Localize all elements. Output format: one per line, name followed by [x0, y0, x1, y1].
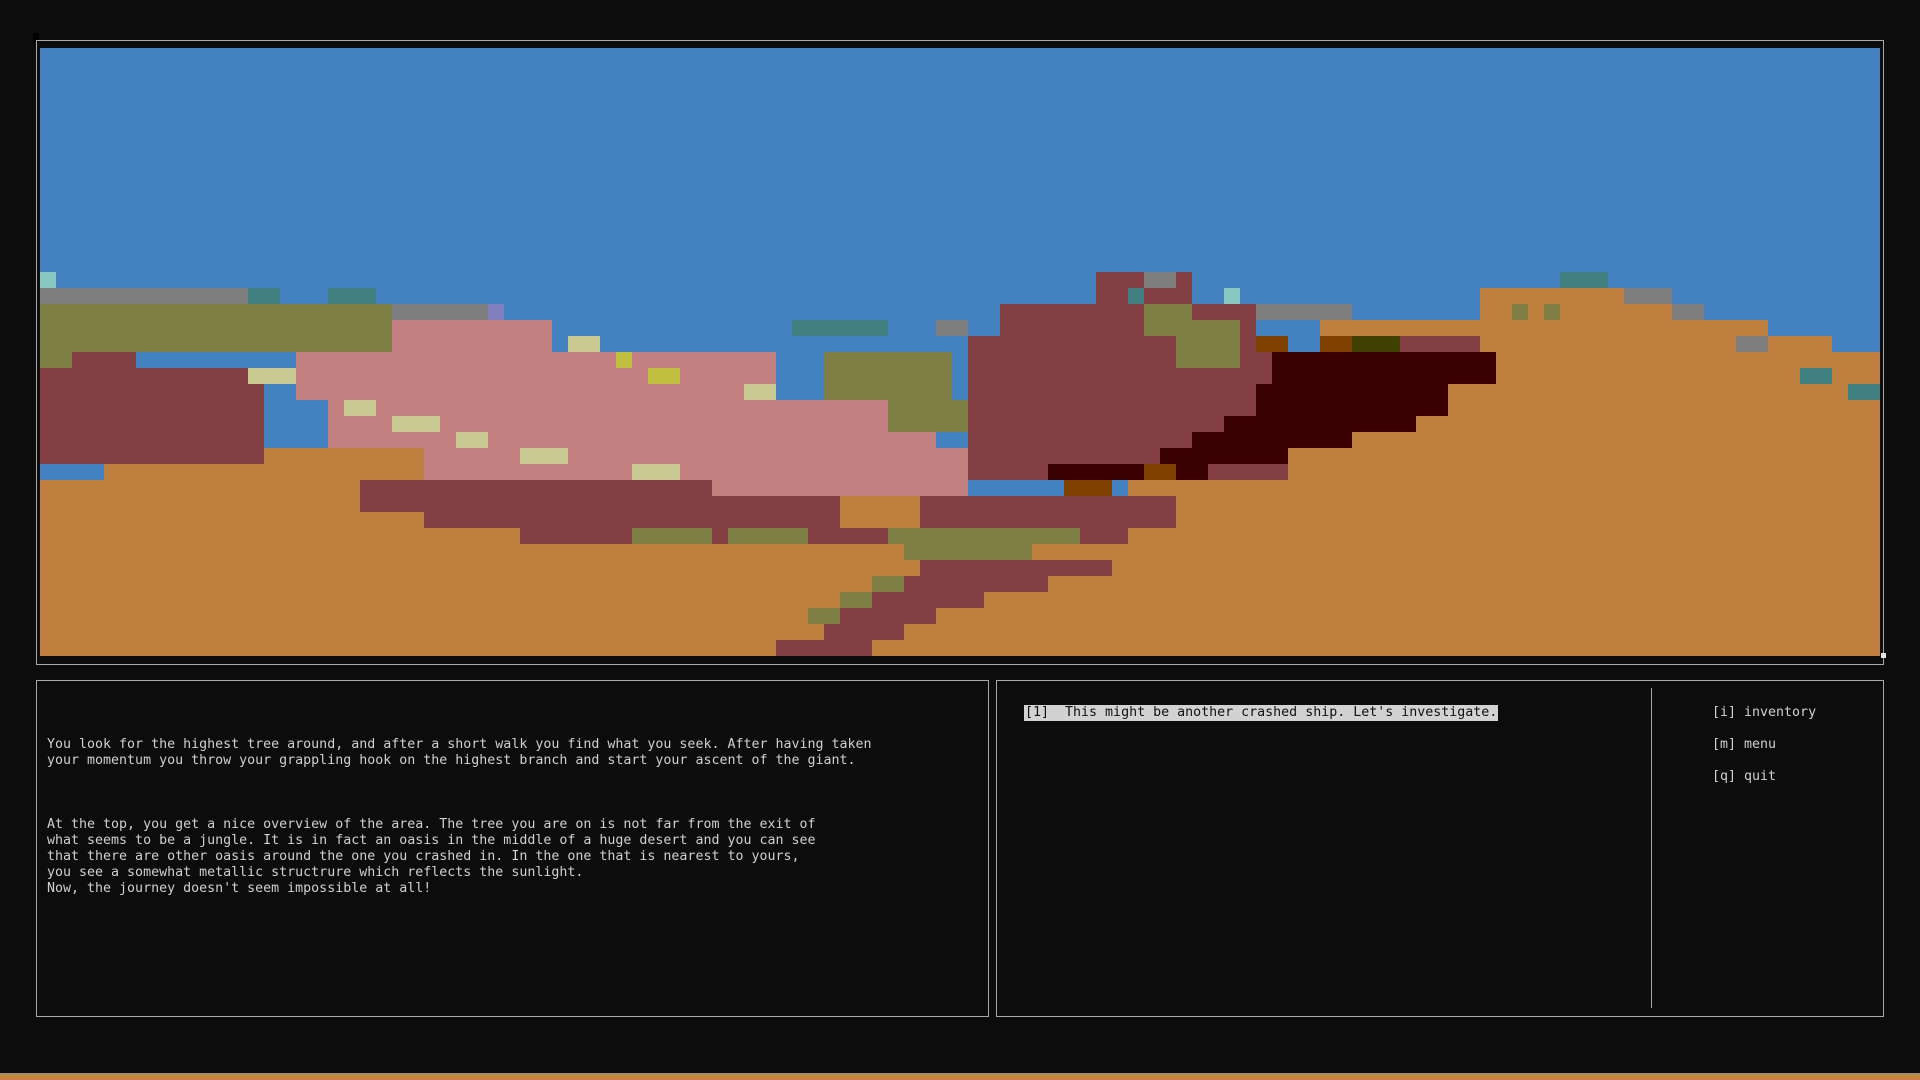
quit-hotkey[interactable]: [q] quit: [1712, 769, 1816, 785]
bottom-accent-bar: [0, 1073, 1920, 1080]
inventory-hotkey[interactable]: [i] inventory: [1712, 705, 1816, 721]
menu-hotkey[interactable]: [m] menu: [1712, 737, 1816, 753]
story-paragraph-1: You look for the highest tree around, an…: [47, 737, 872, 768]
mouse-cursor: [1881, 653, 1886, 658]
choice-option-1[interactable]: [1] This might be another crashed ship. …: [1024, 705, 1499, 721]
story-paragraph-2: At the top, you get a nice overview of t…: [47, 817, 816, 896]
panel-divider: [1651, 688, 1652, 1008]
landscape-scene: [40, 48, 1880, 656]
hotkey-menu: [i] inventory [m] menu [q] quit: [1712, 705, 1816, 801]
choice-list: [1] This might be another crashed ship. …: [1024, 705, 1499, 721]
story-text: You look for the highest tree around, an…: [47, 705, 977, 929]
